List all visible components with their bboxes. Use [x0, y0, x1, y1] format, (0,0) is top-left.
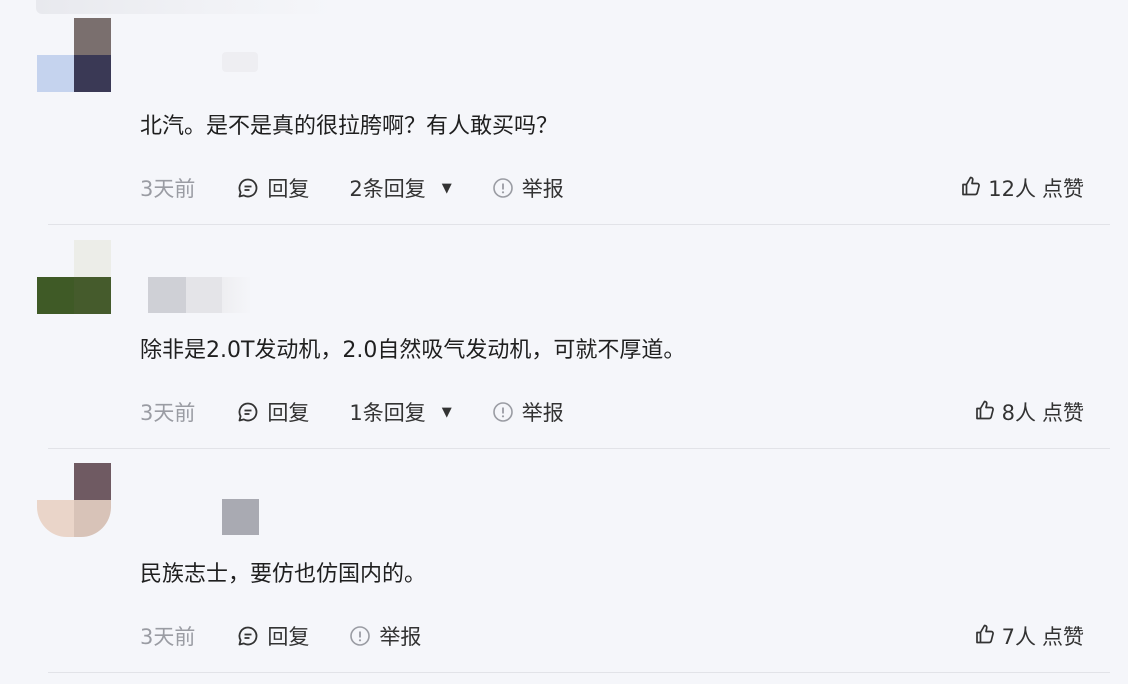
comment-time: 3天前: [140, 177, 196, 201]
username-blurred[interactable]: [222, 499, 259, 535]
report-button[interactable]: 举报: [349, 621, 421, 651]
avatar-pixel: [37, 500, 74, 537]
avatar[interactable]: [37, 240, 111, 314]
report-label: 举报: [379, 625, 422, 649]
report-button[interactable]: 举报: [492, 173, 564, 203]
thumbs-up-icon: [974, 623, 996, 650]
replies-count-label: 2条回复: [349, 177, 426, 201]
reply-button[interactable]: 回复: [237, 173, 309, 203]
avatar-pixel: [37, 55, 74, 92]
comment-divider: [48, 672, 1110, 673]
like-button[interactable]: 8人 点赞: [974, 397, 1084, 427]
like-button[interactable]: 12人 点赞: [960, 173, 1084, 203]
reply-label: 回复: [267, 401, 310, 425]
view-replies-toggle[interactable]: 1条回复 ▼: [349, 397, 451, 427]
avatar-pixel: [74, 55, 111, 92]
like-label: 点赞: [1042, 401, 1084, 425]
like-label: 点赞: [1042, 625, 1084, 649]
warning-circle-icon: [492, 401, 514, 423]
previous-comment-fragment: [36, 0, 336, 14]
comment-time: 3天前: [140, 401, 196, 425]
comment-actions: 3天前 回复 1条回复 ▼ 举报 8人 点赞: [140, 397, 1084, 427]
like-count: 8人: [1001, 401, 1036, 425]
warning-circle-icon: [492, 177, 514, 199]
caret-down-icon: ▼: [441, 404, 452, 420]
avatar-pixel: [37, 240, 74, 277]
avatar-pixel: [37, 463, 74, 500]
like-label: 点赞: [1042, 177, 1084, 201]
thumbs-up-icon: [960, 175, 982, 202]
like-count: 12人: [988, 177, 1036, 201]
replies-count-label: 1条回复: [349, 401, 426, 425]
avatar-pixel: [74, 18, 111, 55]
avatar-pixel: [74, 277, 111, 314]
chat-bubble-icon: [237, 625, 259, 647]
reply-label: 回复: [267, 625, 310, 649]
caret-down-icon: ▼: [441, 180, 452, 196]
avatar-pixel: [74, 463, 111, 500]
reply-button[interactable]: 回复: [237, 397, 309, 427]
thumbs-up-icon: [974, 399, 996, 426]
warning-circle-icon: [349, 625, 371, 647]
username-blurred[interactable]: [148, 277, 252, 313]
comment-time: 3天前: [140, 625, 196, 649]
avatar-pixel: [74, 500, 111, 537]
chat-bubble-icon: [237, 401, 259, 423]
report-label: 举报: [521, 177, 564, 201]
username-blurred[interactable]: [222, 52, 258, 72]
avatar-pixel: [37, 277, 74, 314]
avatar-pixel: [74, 240, 111, 277]
like-count: 7人: [1001, 625, 1036, 649]
comment-divider: [48, 448, 1110, 449]
comment-text: 除非是2.0T发动机，2.0自然吸气发动机，可就不厚道。: [140, 338, 686, 363]
comment-divider: [48, 224, 1110, 225]
reply-button[interactable]: 回复: [237, 621, 309, 651]
report-label: 举报: [521, 401, 564, 425]
comment-actions: 3天前 回复 举报 7人 点赞: [140, 621, 1084, 651]
avatar[interactable]: [37, 18, 111, 92]
chat-bubble-icon: [237, 177, 259, 199]
like-button[interactable]: 7人 点赞: [974, 621, 1084, 651]
comment-actions: 3天前 回复 2条回复 ▼ 举报 12人 点赞: [140, 173, 1084, 203]
comment-text: 北汽。是不是真的很拉胯啊？有人敢买吗？: [140, 114, 559, 139]
avatar-pixel: [37, 18, 74, 55]
report-button[interactable]: 举报: [492, 397, 564, 427]
reply-label: 回复: [267, 177, 310, 201]
view-replies-toggle[interactable]: 2条回复 ▼: [349, 173, 451, 203]
avatar[interactable]: [37, 463, 111, 537]
comment-text: 民族志士，要仿也仿国内的。: [140, 562, 427, 587]
